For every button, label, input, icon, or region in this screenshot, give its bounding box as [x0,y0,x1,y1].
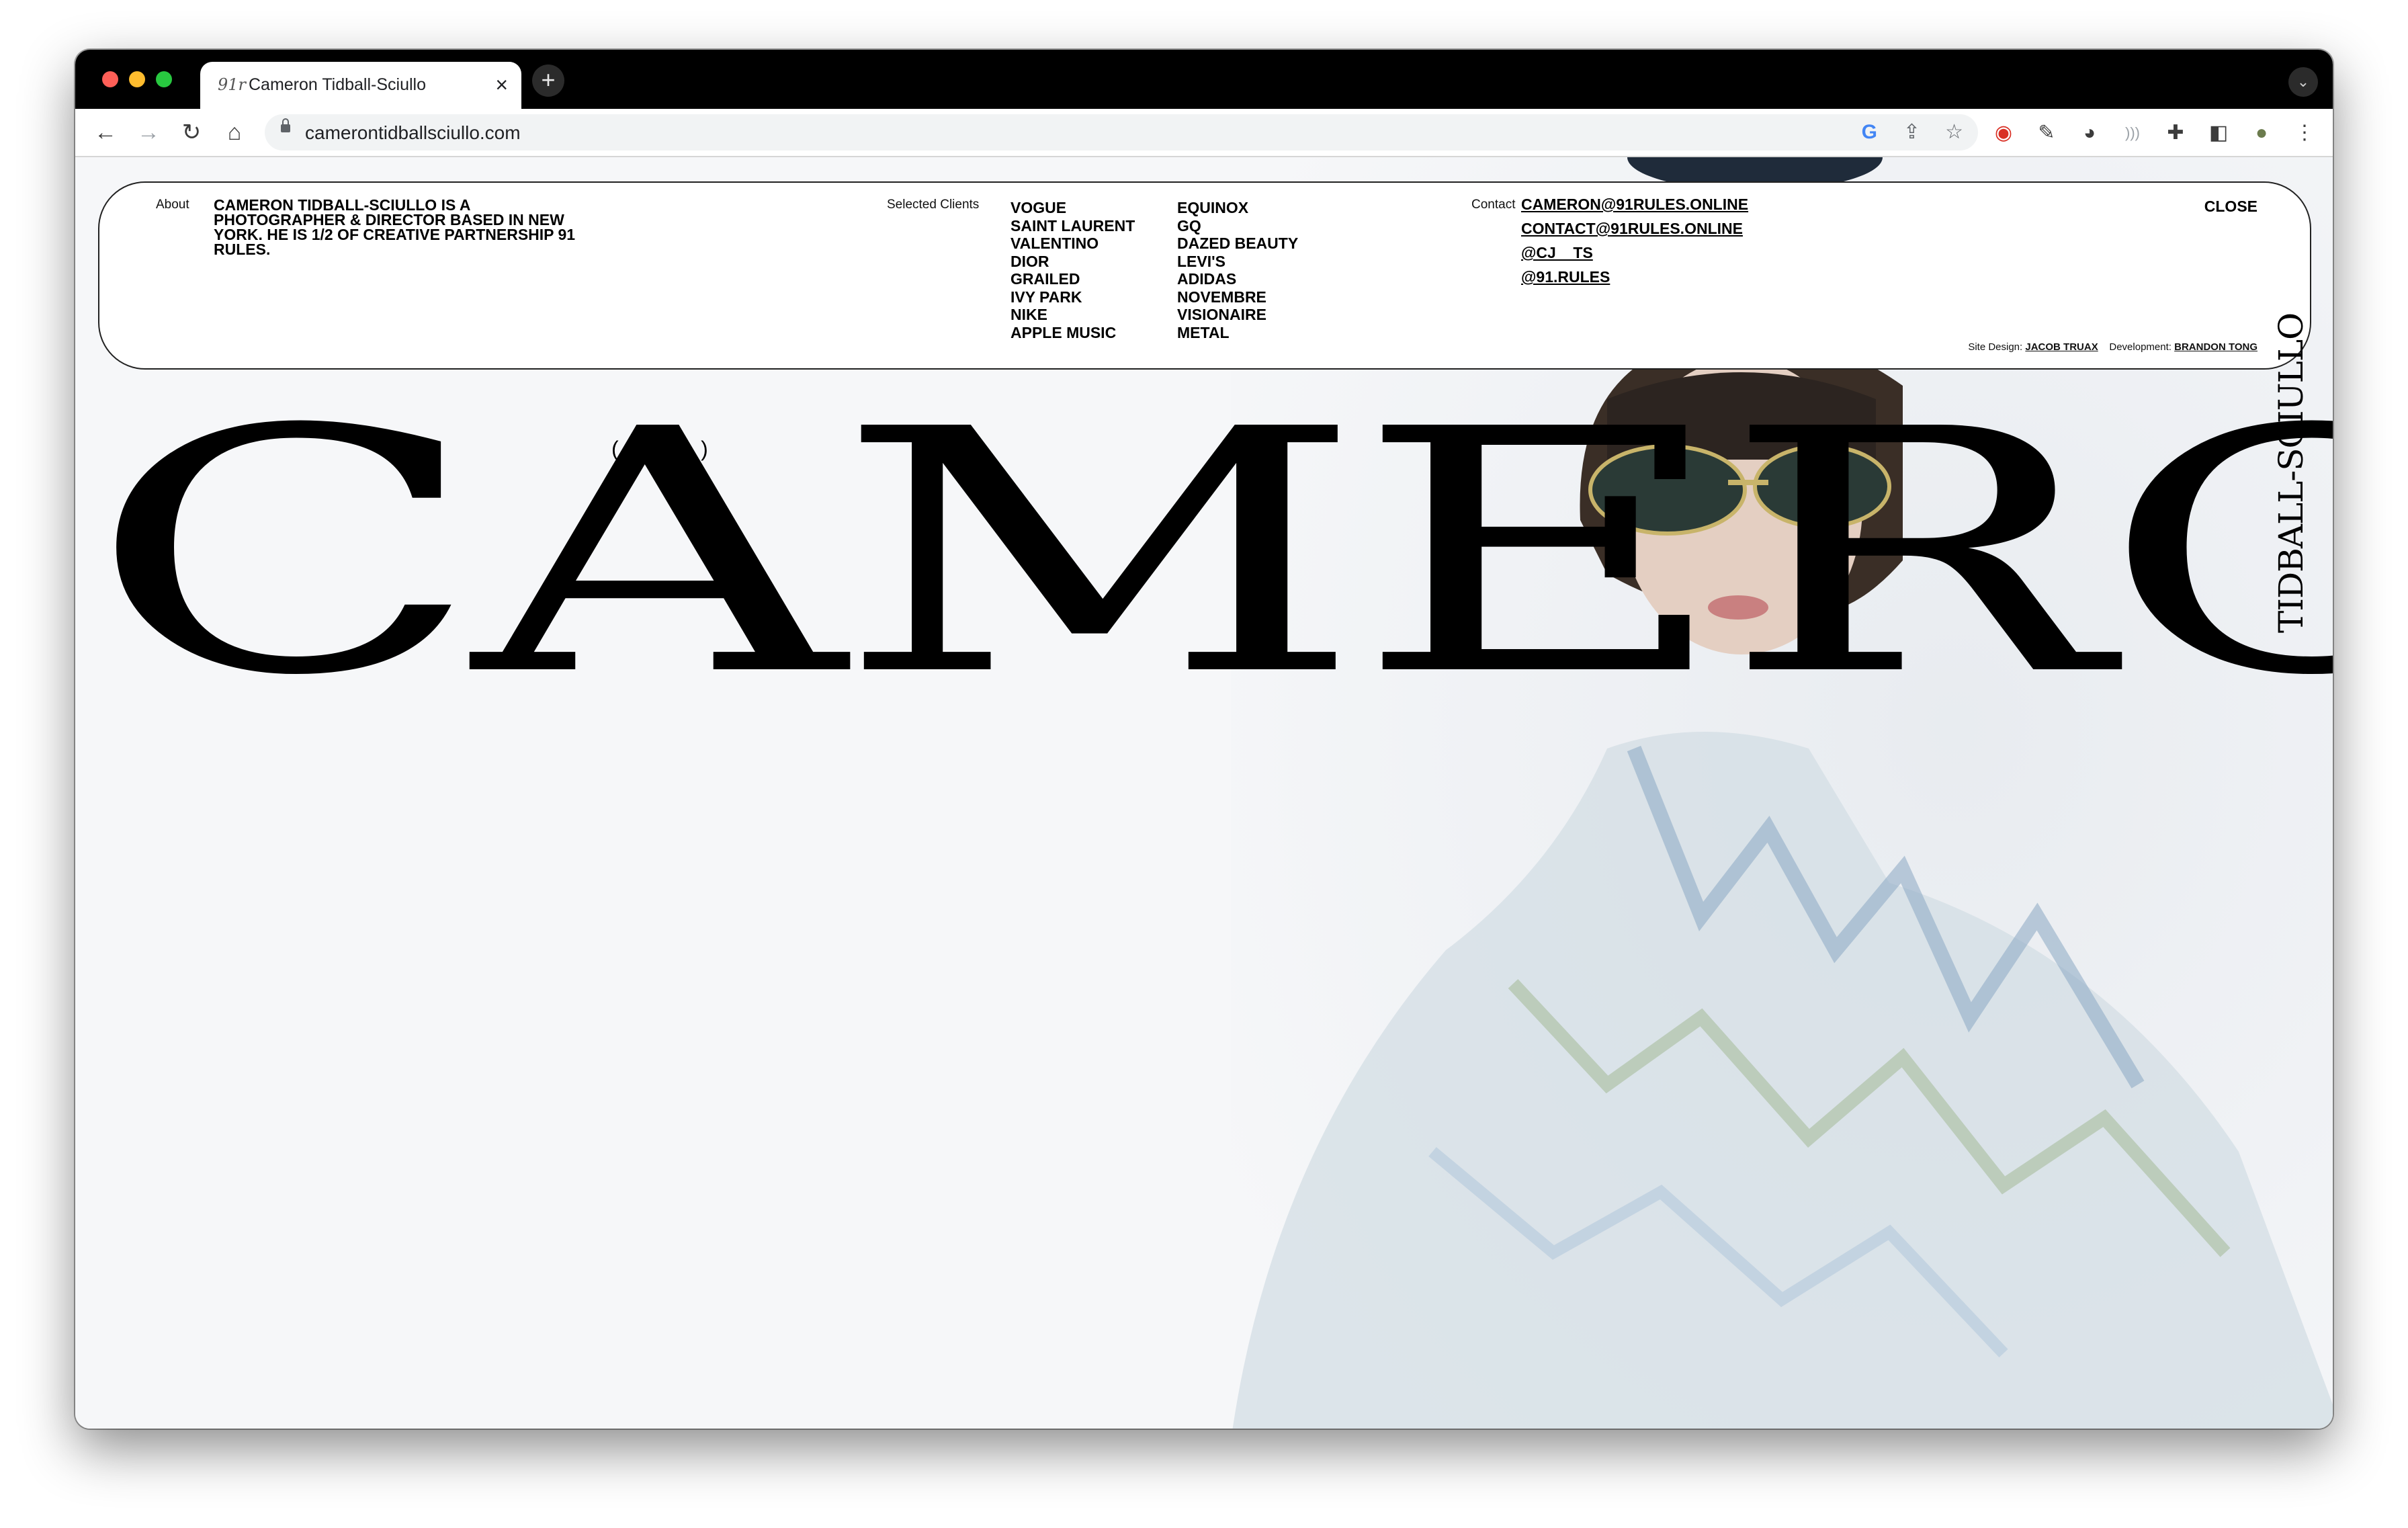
client-item: NOVEMBRE [1177,288,1266,306]
hero-name: CAMERON [87,357,2333,749]
browser-tab[interactable]: 91r Cameron Tidball-Sciullo × [200,62,521,109]
close-window-button[interactable] [102,71,118,87]
client-item: IVY PARK [1010,288,1082,306]
close-button[interactable]: CLOSE [2204,198,2258,216]
instagram-link-cj[interactable]: @CJ__TS [1521,241,1748,265]
clients-label: Selected Clients [887,198,980,212]
sound-icon[interactable]: ))) [2119,122,2146,144]
minimize-window-button[interactable] [129,71,145,87]
client-item: EQUINOX [1177,199,1249,216]
google-icon[interactable]: G [1862,120,1877,145]
dev-credit-label: Development: [2109,341,2172,353]
new-tab-button[interactable]: + [532,65,564,97]
client-item: APPLE MUSIC [1010,323,1117,341]
instagram-link-91rules[interactable]: @91.RULES [1521,265,1748,289]
lock-icon[interactable] [281,118,290,132]
share-icon[interactable]: ⇪ [1903,120,1920,145]
email-link-contact[interactable]: CONTACT@91RULES.ONLINE [1521,216,1748,241]
design-credit-label: Site Design: [1968,341,2023,353]
hero-surname-text: TIDBALL-SCIULLO [2272,312,2311,634]
client-item: LEVI'S [1177,252,1226,270]
back-arrow-icon[interactable]: ← [89,116,122,149]
url-text[interactable]: camerontidballsciullo.com [305,122,521,144]
client-item: GRAILED [1010,270,1080,288]
browser-window: 91r Cameron Tidball-Sciullo × + ⌄ ← → ↻ … [75,50,2333,1429]
client-item: VISIONAIRE [1177,306,1266,323]
maximize-window-button[interactable] [156,71,172,87]
tab-title: Cameron Tidball-Sciullo [249,75,427,94]
reload-icon[interactable]: ↻ [175,116,208,149]
eye-icon[interactable]: ◕ [2076,122,2103,144]
client-item: VOGUE [1010,199,1067,216]
email-link-cameron[interactable]: CAMERON@91RULES.ONLINE [1521,192,1748,216]
client-item: GQ [1177,216,1201,235]
forward-arrow-icon[interactable]: → [132,116,165,149]
favicon-icon: 91r [218,75,247,94]
tab-strip: 91r Cameron Tidball-Sciullo × + ⌄ [75,50,2333,109]
bookmark-star-icon[interactable]: ☆ [1945,120,1963,145]
clients-list-right: EQUINOX GQ DAZED BEAUTY LEVI'S ADIDAS NO… [1177,199,1298,341]
designer-link[interactable]: JACOB TRUAX [2025,341,2098,353]
home-icon[interactable]: ⌂ [218,116,251,149]
browser-toolbar: ← → ↻ ⌂ camerontidballsciullo.com G ⇪ ☆ … [75,109,2333,157]
kebab-menu-icon[interactable]: ⋮ [2291,122,2318,144]
puzzle-icon[interactable]: ✚ [2162,122,2189,144]
extension-icon[interactable]: ◉ [1990,122,2017,144]
client-item: NIKE [1010,306,1047,323]
profile-avatar-icon[interactable]: ● [2248,122,2275,144]
tab-search-chevron-icon[interactable]: ⌄ [2288,67,2318,97]
address-bar[interactable]: camerontidballsciullo.com G ⇪ ☆ [265,114,1978,151]
about-label: About [156,198,189,212]
client-item: SAINT LAURENT [1010,216,1135,235]
about-text: CAMERON TIDBALL-SCIULLO IS A PHOTOGRAPHE… [214,196,576,258]
contact-links: CAMERON@91RULES.ONLINE CONTACT@91RULES.O… [1521,192,1748,289]
developer-link[interactable]: BRANDON TONG [2174,341,2258,353]
client-item: ADIDAS [1177,270,1237,288]
client-item: DAZED BEAUTY [1177,235,1299,252]
eyedropper-icon[interactable]: ✎ [2033,122,2060,144]
sidebar-icon[interactable]: ◧ [2205,122,2232,144]
clients-list-left: VOGUE SAINT LAURENT VALENTINO DIOR GRAIL… [1010,199,1135,341]
client-item: DIOR [1010,252,1049,270]
site-credits: Site Design: JACOB TRUAX Development: BR… [1968,341,2258,353]
web-page: About CAMERON TIDBALL-SCIULLO IS A PHOTO… [75,157,2333,1429]
info-panel: About CAMERON TIDBALL-SCIULLO IS A PHOTO… [98,181,2311,370]
client-item: METAL [1177,323,1230,341]
tab-close-icon[interactable]: × [495,71,508,98]
contact-label: Contact [1471,198,1516,212]
client-item: VALENTINO [1010,235,1099,252]
